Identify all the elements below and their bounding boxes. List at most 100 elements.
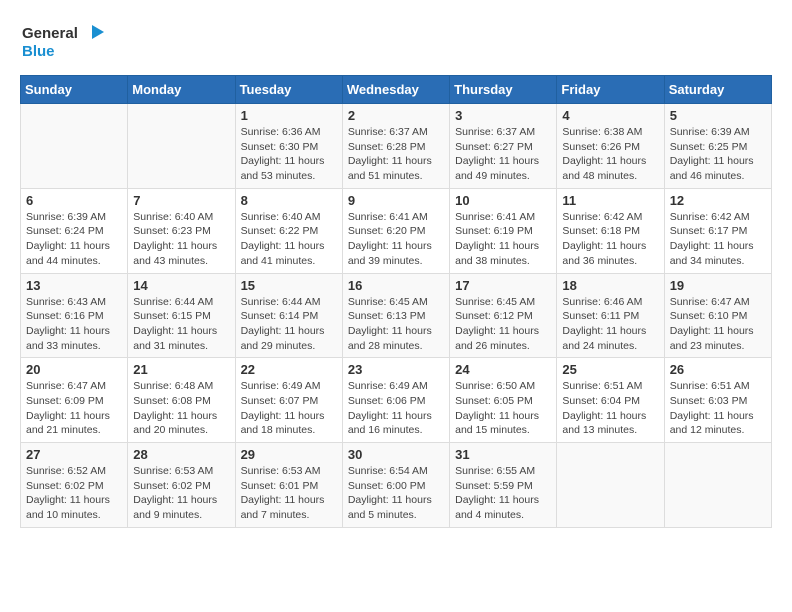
day-number: 10 (455, 193, 551, 208)
day-number: 1 (241, 108, 337, 123)
day-info: Sunrise: 6:52 AMSunset: 6:02 PMDaylight:… (26, 464, 122, 523)
day-number: 23 (348, 362, 444, 377)
day-number: 12 (670, 193, 766, 208)
day-info: Sunrise: 6:49 AMSunset: 6:06 PMDaylight:… (348, 379, 444, 438)
day-number: 11 (562, 193, 658, 208)
day-info: Sunrise: 6:41 AMSunset: 6:19 PMDaylight:… (455, 210, 551, 269)
calendar-cell: 30Sunrise: 6:54 AMSunset: 6:00 PMDayligh… (342, 443, 449, 528)
calendar-cell: 24Sunrise: 6:50 AMSunset: 6:05 PMDayligh… (450, 358, 557, 443)
day-number: 24 (455, 362, 551, 377)
day-info: Sunrise: 6:53 AMSunset: 6:01 PMDaylight:… (241, 464, 337, 523)
day-number: 29 (241, 447, 337, 462)
day-info: Sunrise: 6:44 AMSunset: 6:15 PMDaylight:… (133, 295, 229, 354)
calendar-cell: 13 Sunrise: 6:43 AMSunset: 6:16 PMDayligh… (21, 273, 128, 358)
calendar-cell: 26 Sunrise: 6:51 AMSunset: 6:03 PMDayligh… (664, 358, 771, 443)
calendar-cell: 5 Sunrise: 6:39 AMSunset: 6:25 PMDaylight… (664, 104, 771, 189)
calendar-cell: 22 Sunrise: 6:49 AMSunset: 6:07 PMDayligh… (235, 358, 342, 443)
weekday-header-wednesday: Wednesday (342, 76, 449, 104)
week-row-2: 6 Sunrise: 6:39 AMSunset: 6:24 PMDaylight… (21, 188, 772, 273)
day-number: 3 (455, 108, 551, 123)
day-number: 28 (133, 447, 229, 462)
day-info: Sunrise: 6:46 AMSunset: 6:11 PMDaylight:… (562, 295, 658, 354)
weekday-header-monday: Monday (128, 76, 235, 104)
day-info: Sunrise: 6:43 AMSunset: 6:16 PMDaylight:… (26, 295, 122, 354)
weekday-header-sunday: Sunday (21, 76, 128, 104)
svg-text:General: General (22, 25, 78, 42)
calendar-cell: 15 Sunrise: 6:44 AMSunset: 6:14 PMDayligh… (235, 273, 342, 358)
week-row-3: 13 Sunrise: 6:43 AMSunset: 6:16 PMDayligh… (21, 273, 772, 358)
calendar-cell: 23 Sunrise: 6:49 AMSunset: 6:06 PMDayligh… (342, 358, 449, 443)
day-info: Sunrise: 6:44 AMSunset: 6:14 PMDaylight:… (241, 295, 337, 354)
calendar-cell: 19Sunrise: 6:47 AMSunset: 6:10 PMDayligh… (664, 273, 771, 358)
calendar-cell: 20 Sunrise: 6:47 AMSunset: 6:09 PMDayligh… (21, 358, 128, 443)
day-number: 26 (670, 362, 766, 377)
calendar-cell: 29 Sunrise: 6:53 AMSunset: 6:01 PMDayligh… (235, 443, 342, 528)
day-number: 27 (26, 447, 122, 462)
calendar-cell (664, 443, 771, 528)
calendar-table: SundayMondayTuesdayWednesdayThursdayFrid… (20, 75, 772, 528)
calendar-cell (557, 443, 664, 528)
day-info: Sunrise: 6:51 AMSunset: 6:03 PMDaylight:… (670, 379, 766, 438)
calendar-cell: 27 Sunrise: 6:52 AMSunset: 6:02 PMDayligh… (21, 443, 128, 528)
day-number: 14 (133, 278, 229, 293)
day-number: 31 (455, 447, 551, 462)
day-info: Sunrise: 6:54 AMSunset: 6:00 PMDaylight:… (348, 464, 444, 523)
day-info: Sunrise: 6:48 AMSunset: 6:08 PMDaylight:… (133, 379, 229, 438)
day-info: Sunrise: 6:53 AMSunset: 6:02 PMDaylight:… (133, 464, 229, 523)
day-info: Sunrise: 6:45 AMSunset: 6:12 PMDaylight:… (455, 295, 551, 354)
weekday-header-saturday: Saturday (664, 76, 771, 104)
calendar-cell (21, 104, 128, 189)
calendar-cell: 7 Sunrise: 6:40 AMSunset: 6:23 PMDaylight… (128, 188, 235, 273)
day-info: Sunrise: 6:39 AMSunset: 6:24 PMDaylight:… (26, 210, 122, 269)
day-number: 4 (562, 108, 658, 123)
day-info: Sunrise: 6:39 AMSunset: 6:25 PMDaylight:… (670, 125, 766, 184)
week-row-5: 27 Sunrise: 6:52 AMSunset: 6:02 PMDayligh… (21, 443, 772, 528)
calendar-cell: 17 Sunrise: 6:45 AMSunset: 6:12 PMDayligh… (450, 273, 557, 358)
day-number: 9 (348, 193, 444, 208)
day-number: 16 (348, 278, 444, 293)
day-number: 22 (241, 362, 337, 377)
day-number: 25 (562, 362, 658, 377)
day-number: 17 (455, 278, 551, 293)
logo: General Blue (20, 20, 110, 65)
day-number: 6 (26, 193, 122, 208)
weekday-header-row: SundayMondayTuesdayWednesdayThursdayFrid… (21, 76, 772, 104)
calendar-cell: 3 Sunrise: 6:37 AMSunset: 6:27 PMDaylight… (450, 104, 557, 189)
calendar-cell (128, 104, 235, 189)
day-number: 7 (133, 193, 229, 208)
weekday-header-thursday: Thursday (450, 76, 557, 104)
calendar-cell: 21 Sunrise: 6:48 AMSunset: 6:08 PMDayligh… (128, 358, 235, 443)
day-number: 15 (241, 278, 337, 293)
day-number: 2 (348, 108, 444, 123)
calendar-cell: 28 Sunrise: 6:53 AMSunset: 6:02 PMDayligh… (128, 443, 235, 528)
week-row-4: 20 Sunrise: 6:47 AMSunset: 6:09 PMDayligh… (21, 358, 772, 443)
calendar-cell: 10 Sunrise: 6:41 AMSunset: 6:19 PMDayligh… (450, 188, 557, 273)
day-number: 5 (670, 108, 766, 123)
day-info: Sunrise: 6:55 AMSunset: 5:59 PMDaylight:… (455, 464, 551, 523)
day-info: Sunrise: 6:40 AMSunset: 6:22 PMDaylight:… (241, 210, 337, 269)
day-number: 13 (26, 278, 122, 293)
day-info: Sunrise: 6:40 AMSunset: 6:23 PMDaylight:… (133, 210, 229, 269)
day-info: Sunrise: 6:37 AMSunset: 6:28 PMDaylight:… (348, 125, 444, 184)
logo-icon: General Blue (20, 20, 110, 65)
calendar-cell: 12 Sunrise: 6:42 AMSunset: 6:17 PMDayligh… (664, 188, 771, 273)
day-info: Sunrise: 6:38 AMSunset: 6:26 PMDaylight:… (562, 125, 658, 184)
day-info: Sunrise: 6:47 AMSunset: 6:09 PMDaylight:… (26, 379, 122, 438)
day-info: Sunrise: 6:45 AMSunset: 6:13 PMDaylight:… (348, 295, 444, 354)
svg-text:Blue: Blue (22, 43, 55, 60)
calendar-cell: 8Sunrise: 6:40 AMSunset: 6:22 PMDaylight… (235, 188, 342, 273)
calendar-cell: 1Sunrise: 6:36 AMSunset: 6:30 PMDaylight… (235, 104, 342, 189)
day-info: Sunrise: 6:49 AMSunset: 6:07 PMDaylight:… (241, 379, 337, 438)
day-number: 20 (26, 362, 122, 377)
day-info: Sunrise: 6:41 AMSunset: 6:20 PMDaylight:… (348, 210, 444, 269)
day-info: Sunrise: 6:37 AMSunset: 6:27 PMDaylight:… (455, 125, 551, 184)
calendar-cell: 2 Sunrise: 6:37 AMSunset: 6:28 PMDaylight… (342, 104, 449, 189)
day-number: 19 (670, 278, 766, 293)
calendar-cell: 9 Sunrise: 6:41 AMSunset: 6:20 PMDaylight… (342, 188, 449, 273)
day-info: Sunrise: 6:42 AMSunset: 6:17 PMDaylight:… (670, 210, 766, 269)
weekday-header-friday: Friday (557, 76, 664, 104)
calendar-cell: 6 Sunrise: 6:39 AMSunset: 6:24 PMDaylight… (21, 188, 128, 273)
page-header: General Blue (20, 20, 772, 65)
weekday-header-tuesday: Tuesday (235, 76, 342, 104)
day-number: 21 (133, 362, 229, 377)
